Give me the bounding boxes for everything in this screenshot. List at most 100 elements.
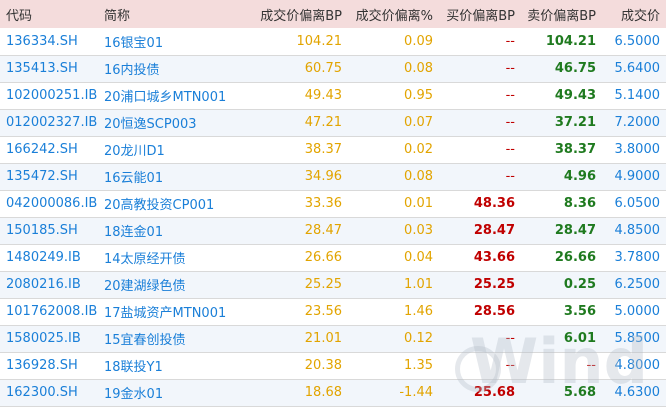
header-name[interactable]: 简称 xyxy=(98,0,248,28)
cell-name: 16云能01 xyxy=(104,171,164,186)
cell-deal-bp: 60.75 xyxy=(304,61,342,76)
cell-code: 150185.SH xyxy=(6,223,78,238)
cell-deal-pct: 0.95 xyxy=(404,88,433,103)
cell-name: 14太原经开债 xyxy=(104,252,186,267)
cell-buy-bp: -- xyxy=(505,115,515,130)
cell-sell-bp: 37.21 xyxy=(554,115,596,130)
cell-buy-bp: 48.36 xyxy=(473,196,515,211)
table-row[interactable]: 042000086.IB 20高教投资CP001 33.36 0.01 48.36 8.3… xyxy=(0,190,666,217)
cell-sell-bp: 6.01 xyxy=(563,331,596,346)
cell-sell-bp: 28.47 xyxy=(554,223,596,238)
cell-code: 136928.SH xyxy=(6,358,78,373)
cell-buy-bp: -- xyxy=(505,142,515,157)
cell-sell-bp: 26.66 xyxy=(554,250,596,265)
table-row[interactable]: 136928.SH 18联投Y1 20.38 1.35 -- -- 4.8000 xyxy=(0,352,666,379)
table-row[interactable]: 102000251.IB 20浦口城乡MTN001 49.43 0.95 -- 49.43… xyxy=(0,82,666,109)
cell-deal-pct: -1.44 xyxy=(399,385,433,400)
cell-buy-bp: -- xyxy=(505,33,515,49)
cell-name: 19金水01 xyxy=(104,387,164,402)
cell-code: 166242.SH xyxy=(6,142,78,157)
cell-deal-bp: 33.36 xyxy=(304,196,342,211)
cell-name: 16内投债 xyxy=(104,63,160,78)
cell-sell-bp: 4.96 xyxy=(563,169,596,184)
table-row[interactable]: 2080216.IB 20建湖绿色债 25.25 1.01 25.25 0.25 6.250… xyxy=(0,271,666,298)
table-header: 代码 简称 成交价偏离BP 成交价偏离% 买价偏离BP 卖价偏离BP 成交价 xyxy=(0,0,666,28)
cell-name: 20恒逸SCP003 xyxy=(104,117,197,132)
cell-deal-bp: 26.66 xyxy=(304,250,342,265)
cell-code: 012002327.IB xyxy=(6,115,98,130)
cell-price: 6.2500 xyxy=(614,277,661,292)
table-row[interactable]: 101762008.IB 17盐城资产MTN001 23.56 1.46 28.56 3.… xyxy=(0,298,666,325)
table-row[interactable]: 135472.SH 16云能01 34.96 0.08 -- 4.96 4.9000 xyxy=(0,163,666,190)
table-row[interactable]: 150185.SH 18连金01 28.47 0.03 28.47 28.47 4.8500 xyxy=(0,217,666,244)
cell-code: 136334.SH xyxy=(6,33,78,49)
table-row[interactable]: 1580025.IB 15宜春创投债 21.01 0.12 -- 6.01 5.8500 xyxy=(0,325,666,352)
cell-name: 20建湖绿色债 xyxy=(104,279,186,294)
cell-price: 4.6300 xyxy=(614,385,661,400)
cell-deal-pct: 0.03 xyxy=(404,223,433,238)
cell-name: 16银宝01 xyxy=(104,35,164,51)
cell-price: 3.7800 xyxy=(614,250,661,265)
cell-name: 20高教投资CP001 xyxy=(104,198,215,213)
cell-sell-bp: 38.37 xyxy=(554,142,596,157)
cell-deal-pct: 0.08 xyxy=(404,169,433,184)
table-row[interactable]: 1480249.IB 14太原经开债 26.66 0.04 43.66 26.66 3.78… xyxy=(0,244,666,271)
cell-deal-bp: 18.68 xyxy=(304,385,342,400)
cell-deal-bp: 47.21 xyxy=(304,115,342,130)
cell-price: 6.0500 xyxy=(614,196,661,211)
cell-buy-bp: 28.56 xyxy=(473,304,515,319)
wind-logo-icon xyxy=(455,346,501,392)
cell-deal-bp: 28.47 xyxy=(304,223,342,238)
cell-deal-bp: 38.37 xyxy=(304,142,342,157)
cell-buy-bp: 25.25 xyxy=(473,277,515,292)
cell-deal-bp: 25.25 xyxy=(304,277,342,292)
cell-deal-pct: 0.02 xyxy=(404,142,433,157)
cell-name: 18连金01 xyxy=(104,225,164,240)
cell-price: 3.8000 xyxy=(614,142,661,157)
cell-sell-bp: 3.56 xyxy=(563,304,596,319)
cell-deal-pct: 0.04 xyxy=(404,250,433,265)
cell-name: 17盐城资产MTN001 xyxy=(104,306,227,321)
cell-buy-bp: 28.47 xyxy=(473,223,515,238)
header-deal-bp[interactable]: 成交价偏离BP xyxy=(248,0,348,28)
table-row[interactable]: 136334.SH 16银宝01 104.21 0.09 -- 104.21 6.5000 xyxy=(0,28,666,55)
header-buy-bp[interactable]: 买价偏离BP xyxy=(439,0,521,28)
cell-code: 1480249.IB xyxy=(6,250,81,265)
cell-sell-bp: 104.21 xyxy=(545,33,596,49)
cell-price: 5.1400 xyxy=(614,88,661,103)
cell-sell-bp: 8.36 xyxy=(563,196,596,211)
cell-code: 102000251.IB xyxy=(6,88,98,103)
cell-price: 4.9000 xyxy=(614,169,661,184)
table-row[interactable]: 135413.SH 16内投债 60.75 0.08 -- 46.75 5.6400 xyxy=(0,55,666,82)
cell-sell-bp: 46.75 xyxy=(554,61,596,76)
cell-buy-bp: 43.66 xyxy=(473,250,515,265)
header-price[interactable]: 成交价 xyxy=(602,0,666,28)
cell-deal-bp: 20.38 xyxy=(304,358,342,373)
header-sell-bp[interactable]: 卖价偏离BP xyxy=(521,0,602,28)
header-deal-pct[interactable]: 成交价偏离% xyxy=(348,0,439,28)
cell-sell-bp: -- xyxy=(586,358,596,373)
table-row[interactable]: 166242.SH 20龙川D1 38.37 0.02 -- 38.37 3.8000 xyxy=(0,136,666,163)
cell-sell-bp: 5.68 xyxy=(563,385,596,400)
cell-price: 6.5000 xyxy=(614,33,661,49)
cell-deal-pct: 1.01 xyxy=(404,277,433,292)
cell-deal-pct: 0.08 xyxy=(404,61,433,76)
cell-price: 5.6400 xyxy=(614,61,661,76)
cell-deal-pct: 1.35 xyxy=(404,358,433,373)
cell-sell-bp: 0.25 xyxy=(563,277,596,292)
header-code[interactable]: 代码 xyxy=(0,0,98,28)
cell-buy-bp: -- xyxy=(505,61,515,76)
cell-name: 20龙川D1 xyxy=(104,144,165,159)
cell-buy-bp: -- xyxy=(505,169,515,184)
cell-deal-pct: 0.12 xyxy=(404,331,433,346)
table-row[interactable]: 162300.SH 19金水01 18.68 -1.44 25.68 5.68 4.6300 xyxy=(0,379,666,406)
table-row[interactable]: 012002327.IB 20恒逸SCP003 47.21 0.07 -- 37.21 7.… xyxy=(0,109,666,136)
cell-name: 18联投Y1 xyxy=(104,360,163,375)
cell-price: 5.8500 xyxy=(614,331,661,346)
cell-code: 135472.SH xyxy=(6,169,78,184)
bond-table: 代码 简称 成交价偏离BP 成交价偏离% 买价偏离BP 卖价偏离BP 成交价 1… xyxy=(0,0,666,407)
cell-deal-pct: 0.09 xyxy=(404,33,433,49)
cell-code: 1580025.IB xyxy=(6,331,81,346)
cell-sell-bp: 49.43 xyxy=(554,88,596,103)
cell-price: 4.8500 xyxy=(614,223,661,238)
